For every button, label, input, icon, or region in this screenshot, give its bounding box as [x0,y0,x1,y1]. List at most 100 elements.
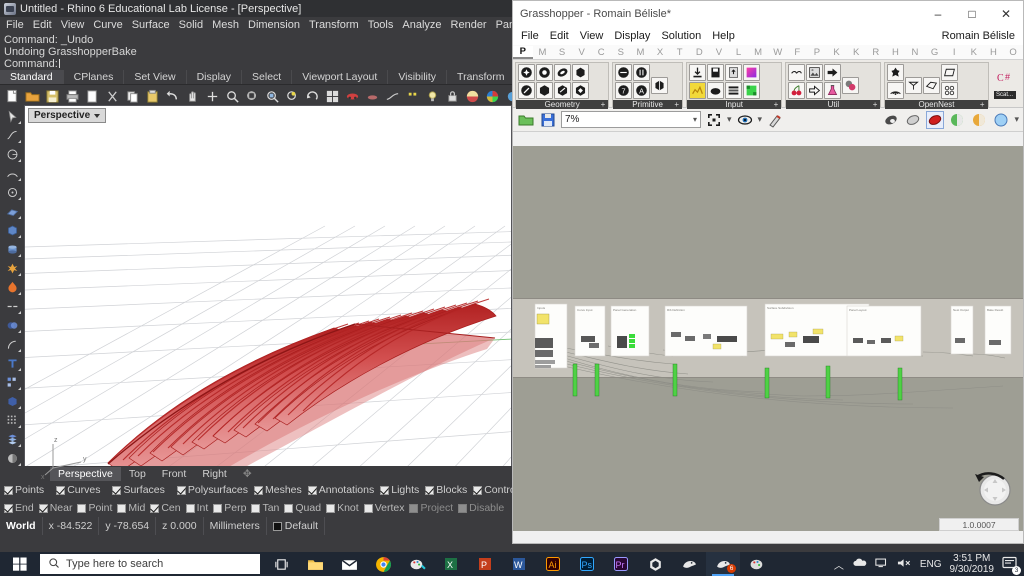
volume-muted-icon[interactable] [897,557,912,572]
preview-off-icon[interactable] [882,111,900,129]
gh-tab-display[interactable]: D [689,47,709,58]
pipeline-icon[interactable] [842,77,859,94]
cylinder-icon[interactable] [2,240,22,258]
rotate-view-icon[interactable] [303,87,322,106]
plane-icon[interactable] [572,82,589,99]
copy-page-icon[interactable] [83,87,102,106]
gh-tab-params[interactable]: P [513,46,533,59]
preview-dropdown-dot[interactable]: ▾ [758,114,763,125]
rhino-menu-surface[interactable]: Surface [132,19,170,31]
windows-start-icon[interactable] [0,552,40,576]
gh-tab-k3[interactable]: K [964,47,984,58]
paint-icon[interactable] [740,552,774,576]
preview-solid-icon[interactable] [970,111,988,129]
rhino-menu-solid[interactable]: Solid [179,19,203,31]
task-view-icon[interactable] [264,552,298,576]
lock-icon[interactable] [443,87,462,106]
zoom-icon[interactable] [223,87,242,106]
gh-menu-solution[interactable]: Solution [661,30,701,42]
polygon-icon[interactable] [923,77,940,94]
toolbar-tab-viewport-layout[interactable]: Viewport Layout [292,70,388,84]
light-icon[interactable] [423,87,442,106]
transparent-preview-icon[interactable] [992,111,1010,129]
powerpoint-icon[interactable]: P [468,552,502,576]
unity-icon[interactable] [638,552,672,576]
save-icon[interactable] [539,111,557,129]
rhino-menu-view[interactable]: View [61,19,85,31]
arc-icon[interactable] [2,164,22,182]
cylinder-icon[interactable] [633,64,650,81]
osnap-int[interactable]: Int [186,502,209,514]
render-icon[interactable] [343,87,362,106]
word-icon[interactable]: W [502,552,536,576]
rhino-icon[interactable] [672,552,706,576]
gh-menu-display[interactable]: Display [614,30,650,42]
network-icon[interactable] [875,557,889,572]
list-icon[interactable] [725,82,742,99]
nest-icon[interactable] [887,64,904,81]
paint-3d-icon[interactable] [400,552,434,576]
array-icon[interactable] [2,373,22,391]
grasshopper-tab-bar[interactable]: P M S V C S M X T D V L M W F P K K R H … [513,45,1023,60]
gh-tab-h1[interactable]: H [886,47,906,58]
points-on-icon[interactable] [403,87,422,106]
onedrive-icon[interactable] [852,557,867,572]
gh-tab-p2[interactable]: P [807,47,827,58]
file-read-icon[interactable] [707,64,724,81]
canvas-definition-graph[interactable]: Inputs Curve Input Panel Generation Rib … [513,146,1023,531]
explode-icon[interactable] [2,259,22,277]
gh-tab-maths[interactable]: M [533,47,553,58]
system-tray[interactable]: ︿ ENG 3:51 PM 9/30/2019 3 [834,553,1024,575]
expand-plus-icon[interactable]: + [601,100,606,109]
brep-icon[interactable] [518,64,535,81]
filter-lights[interactable]: Lights [380,484,419,496]
premiere-icon[interactable]: Pr [604,552,638,576]
cherries-icon[interactable] [788,82,805,99]
curve-icon[interactable] [554,82,571,99]
maximize-icon[interactable]: □ [955,1,989,27]
zoom-window-icon[interactable] [243,87,262,106]
gh-menu-file[interactable]: File [521,30,539,42]
gh-menu-view[interactable]: View [580,30,604,42]
circle-icon[interactable] [2,145,22,163]
status-layer[interactable]: Default [267,517,325,535]
gh-menu-help[interactable]: Help [712,30,735,42]
undo-icon[interactable] [163,87,182,106]
gh-tab-transform[interactable]: T [670,47,690,58]
rhino-menu-mesh[interactable]: Mesh [212,19,239,31]
filter-surfaces[interactable]: Surfaces [112,484,164,496]
osnap-tan[interactable]: Tan [251,502,279,514]
filter-annotations[interactable]: Annotations [308,484,374,496]
rhino-menu-file[interactable]: File [6,19,24,31]
wireframe-preview-icon[interactable] [904,111,922,129]
gh-tab-ladybug[interactable]: L [729,47,749,58]
zoom-extents-icon[interactable] [705,111,723,129]
gh-tab-i1[interactable]: I [944,47,964,58]
osnap-mid[interactable]: Mid [117,502,145,514]
gh-tab-vector[interactable]: V [572,47,592,58]
osnap-near[interactable]: Near [39,502,73,514]
perspective-viewport[interactable]: Perspective [24,105,512,499]
grasshopper-canvas-toolbar[interactable]: 7% ▾ ▾ ▾ ▾ [513,108,1023,132]
circle-icon[interactable] [615,64,632,81]
grid-icon[interactable] [2,411,22,429]
toolbar-tab-cplanes[interactable]: CPlanes [64,70,125,84]
arrow-right-icon[interactable] [824,64,841,81]
osnap-end[interactable]: End [4,502,34,514]
taskbar-apps[interactable]: X P W Ai Ps Pr 6 [264,552,774,576]
paste-icon[interactable] [143,87,162,106]
minimize-icon[interactable]: – [921,1,955,27]
filter-polysurfaces[interactable]: Polysurfaces [177,484,248,496]
excel-icon[interactable]: X [434,552,468,576]
gh-tab-intersect[interactable]: X [650,47,670,58]
windows-taskbar[interactable]: Type here to search X P W Ai Ps Pr 6 ︿ E… [0,552,1024,576]
number-icon[interactable]: 7 [615,82,632,99]
gh-tab-g1[interactable]: G [925,47,945,58]
cut-icon[interactable] [103,87,122,106]
illustrator-icon[interactable]: Ai [536,552,570,576]
copy-icon[interactable] [123,87,142,106]
flame-icon[interactable] [2,278,22,296]
toolbar-tab-transform[interactable]: Transform [447,70,515,84]
filter-points[interactable]: Points [4,484,44,496]
rhino-menu-analyze[interactable]: Analyze [402,19,441,31]
